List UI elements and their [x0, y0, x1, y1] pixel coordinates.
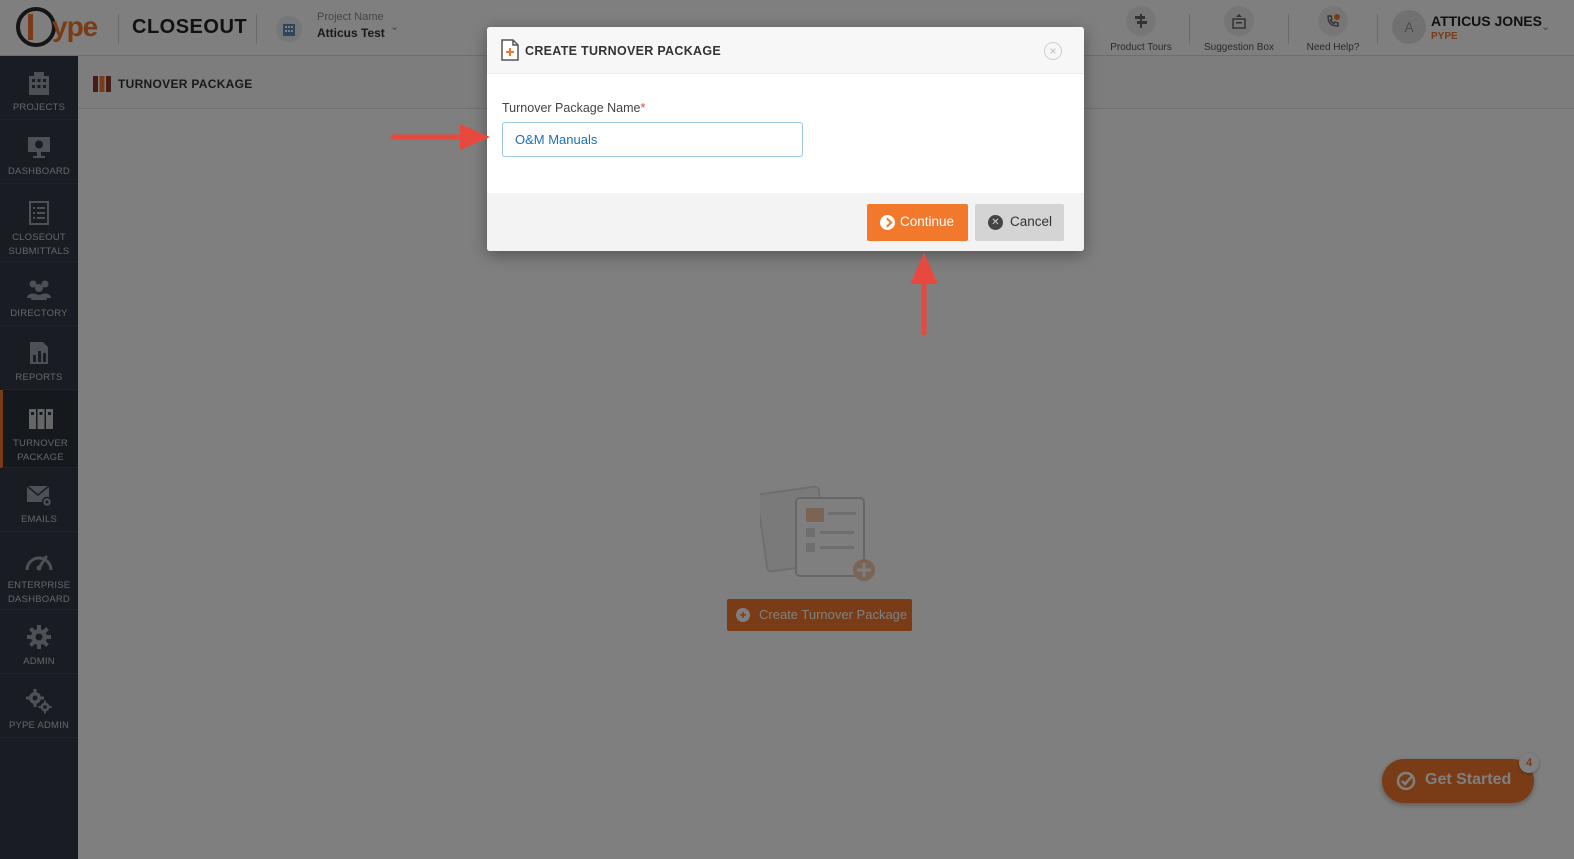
- annotation-arrow-up-icon: [910, 253, 938, 336]
- close-circle-icon: ✕: [988, 215, 1003, 230]
- cancel-label: Cancel: [1010, 214, 1053, 229]
- document-plus-icon: [501, 39, 519, 66]
- turnover-package-name-input[interactable]: [502, 122, 803, 157]
- field-label-text: Turnover Package Name: [502, 101, 641, 115]
- required-marker: *: [640, 101, 646, 115]
- continue-label: Continue: [900, 214, 955, 229]
- annotation-arrow-right-icon: [390, 124, 490, 150]
- arrow-right-circle-icon: [880, 215, 895, 230]
- dialog-footer: Continue ✕ Cancel: [487, 193, 1084, 251]
- continue-button[interactable]: Continue: [867, 204, 968, 241]
- create-turnover-package-dialog: CREATE TURNOVER PACKAGE × Turnover Packa…: [487, 27, 1084, 251]
- dialog-title: CREATE TURNOVER PACKAGE: [525, 44, 722, 58]
- cancel-button[interactable]: ✕ Cancel: [975, 204, 1064, 241]
- close-icon[interactable]: ×: [1044, 42, 1062, 60]
- field-label: Turnover Package Name*: [502, 101, 645, 115]
- dialog-header: CREATE TURNOVER PACKAGE ×: [487, 27, 1084, 74]
